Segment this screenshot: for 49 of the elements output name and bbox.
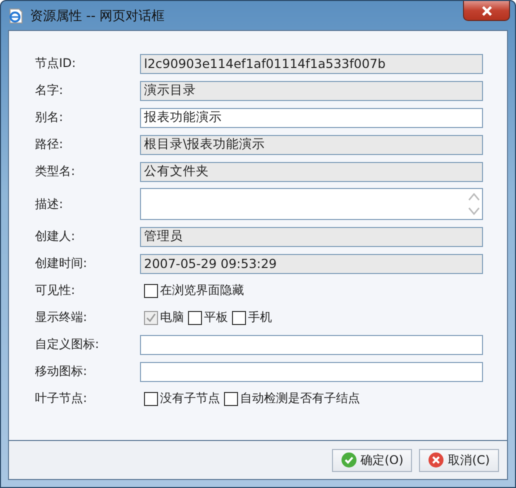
checkbox-label: 没有子节点 — [160, 390, 220, 407]
field-label: 别名: — [35, 109, 64, 126]
field-label: 类型名: — [35, 163, 76, 180]
text-field[interactable]: l2c90903e114ef1af01114f1a533f007b — [140, 54, 483, 74]
checkbox[interactable] — [188, 310, 202, 324]
checkbox-label: 平板 — [204, 309, 228, 326]
window-title: 资源属性 -- 网页对话框 — [30, 8, 165, 24]
field-label: 自定义图标: — [35, 336, 100, 353]
checkbox-label: 手机 — [248, 309, 272, 326]
close-icon — [480, 6, 492, 16]
checkbox[interactable] — [224, 392, 238, 406]
text-field[interactable]: 演示目录 — [140, 80, 483, 100]
field-value: 公有文件夹 — [144, 163, 209, 180]
text-area[interactable] — [140, 188, 483, 220]
field-label: 创建时间: — [35, 255, 88, 272]
field-label: 移动图标: — [35, 363, 88, 380]
check-circle-icon — [340, 452, 357, 468]
field-label: 可见性: — [35, 282, 76, 299]
checkbox[interactable] — [232, 310, 246, 324]
field-label: 路径: — [35, 136, 64, 153]
field-value: l2c90903e114ef1af01114f1a533f007b — [144, 56, 386, 71]
cross-circle-icon — [428, 452, 444, 468]
checkbox[interactable] — [144, 284, 158, 298]
text-field[interactable] — [140, 334, 483, 354]
text-field[interactable]: 根目录\报表功能演示 — [140, 134, 483, 154]
text-field[interactable] — [140, 362, 483, 382]
field-value: 根目录\报表功能演示 — [144, 136, 266, 153]
cancel-button[interactable]: 取消(C) — [419, 448, 499, 472]
field-value: 管理员 — [144, 228, 183, 245]
close-button[interactable] — [463, 1, 510, 21]
field-label: 创建人: — [35, 228, 76, 245]
ok-button[interactable]: 确定(O) — [332, 448, 412, 472]
field-label: 显示终端: — [35, 309, 88, 326]
field-value: 演示目录 — [144, 82, 196, 99]
browser-page-icon — [8, 8, 24, 24]
text-field[interactable]: 公有文件夹 — [140, 162, 483, 182]
field-value: 2007-05-29 09:53:29 — [144, 256, 277, 271]
text-field[interactable]: 2007-05-29 09:53:29 — [140, 254, 483, 274]
field-label: 叶子节点: — [35, 390, 88, 407]
checkbox-label: 电脑 — [160, 309, 184, 326]
checkbox-label: 在浏览界面隐藏 — [160, 282, 244, 299]
field-value: 报表功能演示 — [144, 109, 222, 126]
checkbox[interactable] — [144, 392, 158, 406]
text-field[interactable]: 报表功能演示 — [140, 108, 483, 128]
checkbox-label: 自动检测是否有子结点 — [240, 390, 360, 407]
field-label: 描述: — [35, 196, 64, 212]
field-label: 名字: — [35, 82, 64, 99]
text-field[interactable]: 管理员 — [140, 226, 483, 246]
field-label: 节点ID: — [35, 55, 77, 72]
